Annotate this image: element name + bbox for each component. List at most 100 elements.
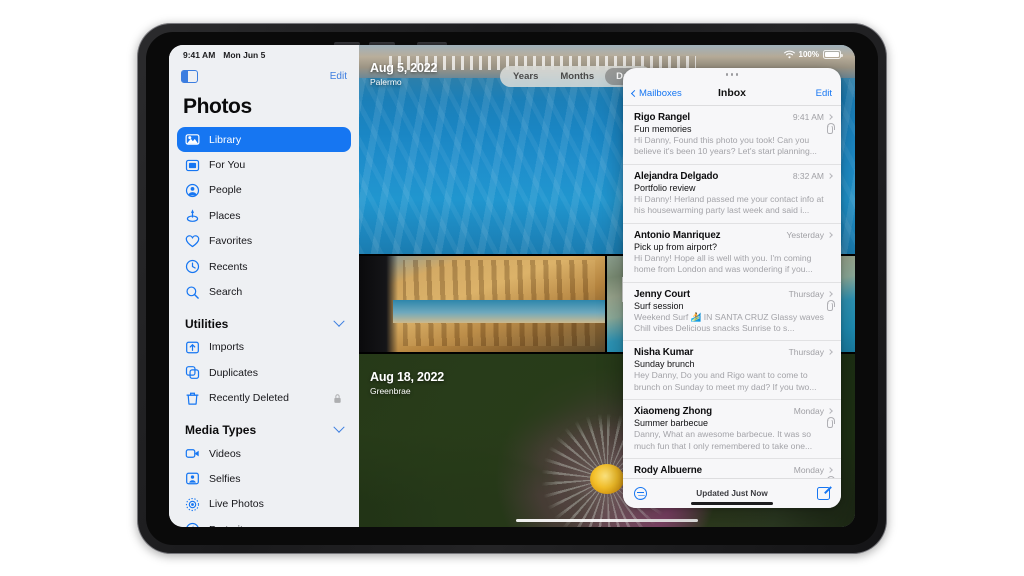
mail-item-header: Antonio Manriquez Yesterday [634, 229, 833, 241]
people-icon [185, 183, 200, 198]
sidebar-item-favorites[interactable]: Favorites [177, 229, 351, 254]
mail-sender: Antonio Manriquez [634, 229, 721, 241]
chevron-right-icon [827, 408, 833, 415]
sidebar-item-label: Portrait [209, 524, 243, 527]
mail-sender: Nisha Kumar [634, 347, 694, 359]
heart-icon [185, 234, 200, 247]
mailboxes-back-button[interactable]: Mailboxes [630, 87, 682, 99]
mail-subject: Surf session [634, 300, 684, 311]
segment-months[interactable]: Months [549, 68, 605, 85]
mail-message-list[interactable]: Rigo Rangel 9:41 AM Fun memories Hi Dann… [623, 106, 841, 478]
sidebar-utilities-list: Imports Duplicates Recently Deleted [169, 335, 359, 411]
mail-item-header: Alejandra Delgado 8:32 AM [634, 171, 833, 182]
sidebar-item-duplicates[interactable]: Duplicates [177, 360, 351, 385]
mail-list-item[interactable]: Xiaomeng Zhong Monday Summer barbecue Da… [623, 400, 841, 460]
back-label: Mailboxes [639, 87, 682, 99]
mail-list-item[interactable]: Rody Albuerne Monday Baking workshop [623, 459, 841, 478]
home-indicator[interactable] [516, 518, 698, 522]
chevron-right-icon [827, 467, 833, 473]
mail-list-item[interactable]: Nisha Kumar Thursday Sunday brunch Hey D… [623, 341, 841, 401]
mail-title: Inbox [718, 87, 746, 99]
mail-sender: Jenny Court [634, 288, 691, 300]
segment-years[interactable]: Years [502, 68, 549, 85]
mail-navigation-bar: Mailboxes Inbox Edit [623, 81, 841, 106]
sidebar-item-label: Videos [209, 447, 241, 460]
wifi-icon [783, 50, 795, 59]
sidebar-item-label: Search [209, 286, 243, 299]
mail-preview: Weekend Surf 🏄 IN SANTA CRUZ Glassy wave… [634, 311, 824, 333]
ipad-screen: Aug 5, 2022 Palermo Aug 18, 2022 Greenbr… [169, 45, 855, 527]
sidebar-item-selfies[interactable]: Selfies [177, 466, 351, 491]
sidebar-item-videos[interactable]: Videos [177, 441, 351, 466]
mail-list-item[interactable]: Rigo Rangel 9:41 AM Fun memories Hi Dann… [623, 106, 841, 165]
sidebar-toggle-icon[interactable] [181, 70, 198, 83]
photos-sidebar: Edit Photos Library For You People Place… [169, 45, 359, 527]
status-bar-right: 100% [783, 50, 843, 59]
sidebar-item-label: Library [209, 133, 242, 146]
mail-item-header: Rody Albuerne Monday [634, 465, 833, 477]
attachment-icon [826, 299, 835, 311]
mail-sender: Rody Albuerne [634, 465, 703, 477]
status-bar-left: 9:41 AM Mon Jun 5 [183, 50, 265, 60]
portrait-icon [186, 523, 199, 527]
mail-timestamp: Thursday [788, 347, 824, 358]
mail-preview: Hi Danny! Hope all is well with you. I'm… [634, 252, 813, 275]
sidebar-item-people[interactable]: People [177, 178, 351, 203]
slide-over-home-indicator[interactable] [691, 502, 773, 505]
photo-group-label-1: Aug 5, 2022 Palermo [370, 61, 437, 87]
photo-group-date: Aug 18, 2022 [370, 370, 445, 384]
mail-list-item[interactable]: Alejandra Delgado 8:32 AM Portfolio revi… [623, 165, 841, 224]
chevron-right-icon [827, 349, 833, 356]
mail-item-header: Xiaomeng Zhong Monday [634, 406, 833, 417]
sidebar-toolbar: Edit [169, 64, 359, 89]
sidebar-item-places[interactable]: Places [177, 203, 351, 228]
battery-percent: 100% [798, 50, 819, 59]
chevron-right-icon [827, 231, 833, 238]
sidebar-item-imports[interactable]: Imports [177, 335, 351, 360]
mail-subject: Portfolio review [634, 182, 696, 193]
sidebar-item-for-you[interactable]: For You [177, 152, 351, 177]
mail-timestamp: Thursday [788, 288, 824, 299]
sidebar-item-label: Live Photos [209, 498, 264, 511]
drag-handle-icon[interactable] [623, 68, 841, 81]
sidebar-item-portrait[interactable]: Portrait [177, 517, 351, 527]
mail-timestamp: 9:41 AM [792, 112, 824, 122]
photo-group-label-2: Aug 18, 2022 Greenbrae [370, 370, 444, 396]
trash-icon [186, 392, 199, 405]
status-bar: 9:41 AM Mon Jun 5 100% [169, 45, 855, 64]
sidebar-item-label: People [209, 184, 242, 197]
sidebar-item-live-photos[interactable]: Live Photos [177, 492, 351, 517]
chevron-down-icon[interactable] [333, 315, 345, 327]
chevron-right-icon [827, 290, 833, 297]
mail-preview: Danny, What an awesome barbecue. It was … [634, 429, 813, 451]
page-title: Photos [183, 95, 252, 118]
chevron-down-icon[interactable] [333, 421, 345, 433]
photo-tile-cliff[interactable] [359, 256, 605, 352]
mail-subject: Sunday brunch [634, 359, 695, 370]
sidebar-edit-button[interactable]: Edit [330, 71, 347, 82]
sidebar-group-media-types[interactable]: Media Types [169, 411, 359, 441]
mail-list-item[interactable]: Jenny Court Thursday Surf session Weeken… [623, 283, 841, 342]
mail-preview: Hi Danny, Found this photo you took! Can… [634, 135, 817, 157]
attachment-icon [826, 123, 835, 134]
video-icon [185, 449, 199, 458]
mail-preview: Hi Danny! Herland passed me your contact… [634, 193, 824, 216]
sidebar-item-search[interactable]: Search [177, 279, 351, 304]
mail-timestamp: Monday [793, 406, 824, 417]
photo-group-place: Greenbrae [370, 386, 411, 396]
mail-subject: Summer barbecue [634, 418, 709, 429]
sidebar-item-recently-deleted[interactable]: Recently Deleted [177, 386, 351, 411]
sidebar-item-recents[interactable]: Recents [177, 254, 351, 279]
sidebar-group-title: Utilities [185, 316, 229, 331]
lock-icon [334, 394, 341, 403]
sidebar-item-label: Places [209, 209, 241, 222]
mail-list-item[interactable]: Antonio Manriquez Yesterday Pick up from… [623, 224, 841, 283]
sidebar-item-library[interactable]: Library [177, 127, 351, 153]
sidebar-item-label: Selfies [209, 472, 241, 485]
mail-slide-over-panel[interactable]: Mailboxes Inbox Edit Rigo Rangel 9:41 AM… [623, 68, 841, 508]
duplicates-icon [185, 366, 200, 380]
compose-icon[interactable] [817, 487, 830, 500]
mail-edit-button[interactable]: Edit [816, 88, 832, 99]
sidebar-group-utilities[interactable]: Utilities [169, 305, 359, 335]
filter-icon[interactable] [634, 487, 647, 500]
